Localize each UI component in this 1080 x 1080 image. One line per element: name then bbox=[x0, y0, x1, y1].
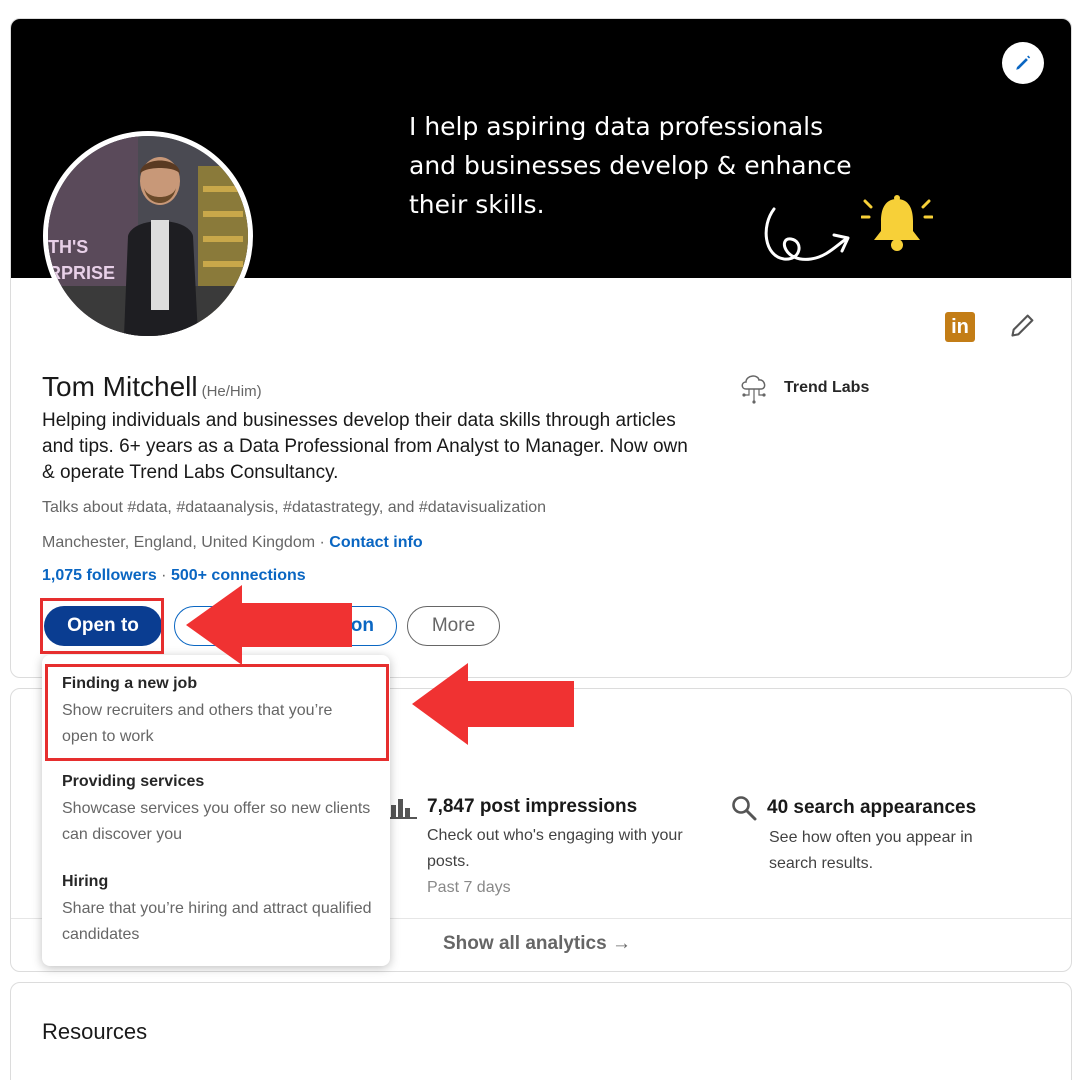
search-icon bbox=[732, 796, 757, 821]
avatar-overlay-text: TH'S bbox=[48, 237, 89, 257]
resources-card: Resources bbox=[10, 982, 1072, 1080]
red-arrow-icon bbox=[186, 585, 352, 665]
dropdown-item-title: Hiring bbox=[62, 873, 109, 890]
talks-about: Talks about #data, #dataanalysis, #datas… bbox=[42, 499, 547, 516]
separator: · bbox=[315, 534, 330, 551]
impressions-period: Past 7 days bbox=[427, 879, 511, 896]
search-appearances-desc: See how often you appear in search resul… bbox=[769, 829, 973, 872]
search-appearances-title: 40 search appearances bbox=[767, 797, 977, 818]
pencil-icon bbox=[1016, 55, 1031, 70]
pencil-icon[interactable] bbox=[1009, 311, 1037, 339]
company-name: Trend Labs bbox=[784, 379, 870, 396]
dropdown-item-providing-services[interactable]: Providing services Showcase services you… bbox=[62, 773, 372, 848]
impressions-stat[interactable]: 7,847 post impressions Check out who's e… bbox=[389, 795, 697, 901]
linkedin-icon[interactable]: in bbox=[945, 312, 975, 342]
network-line: 1,075 followers · 500+ connections bbox=[42, 567, 306, 585]
contact-info-link[interactable]: Contact info bbox=[329, 534, 422, 551]
highlight-box-finding-job bbox=[45, 664, 389, 761]
cloud-network-icon bbox=[741, 375, 766, 404]
profile-card: I help aspiring data professionals and b… bbox=[10, 18, 1072, 678]
dropdown-item-hiring[interactable]: Hiring Share that you’re hiring and attr… bbox=[62, 873, 372, 948]
separator: · bbox=[156, 567, 171, 584]
location: Manchester, England, United Kingdom bbox=[42, 534, 316, 551]
impressions-title: 7,847 post impressions bbox=[427, 796, 638, 817]
current-company[interactable]: Trend Labs bbox=[738, 371, 869, 405]
profile-name: Tom Mitchell (He/Him) bbox=[42, 371, 262, 403]
dropdown-item-desc: Showcase services you offer so new clien… bbox=[62, 800, 371, 843]
show-all-analytics-link[interactable]: Show all analytics → bbox=[443, 933, 631, 955]
name-text: Tom Mitchell bbox=[42, 371, 198, 402]
avatar-overlay-text: RPRISE bbox=[48, 263, 116, 283]
red-arrow-icon bbox=[412, 663, 574, 745]
search-appearances-stat[interactable]: 40 search appearances See how often you … bbox=[731, 795, 1019, 877]
connections-link[interactable]: 500+ connections bbox=[171, 567, 306, 584]
dropdown-item-title: Providing services bbox=[62, 773, 205, 790]
curly-arrow-icon bbox=[764, 207, 850, 261]
bell-icon bbox=[861, 195, 933, 251]
impressions-desc: Check out who's engaging with your posts… bbox=[427, 827, 683, 870]
more-button[interactable]: More bbox=[407, 606, 500, 646]
highlight-box-open-to bbox=[40, 598, 164, 654]
bar-chart-icon bbox=[389, 799, 417, 819]
pronouns: (He/Him) bbox=[201, 383, 262, 400]
edit-banner-button[interactable] bbox=[1002, 42, 1044, 84]
dropdown-item-desc: Share that you’re hiring and attract qua… bbox=[62, 900, 372, 943]
resources-title: Resources bbox=[42, 1019, 148, 1044]
location-line: Manchester, England, United Kingdom · Co… bbox=[42, 534, 423, 552]
followers-link[interactable]: 1,075 followers bbox=[42, 567, 157, 584]
profile-headline: Helping individuals and businesses devel… bbox=[42, 410, 688, 483]
avatar[interactable]: TH'S RPRISE bbox=[43, 131, 253, 341]
